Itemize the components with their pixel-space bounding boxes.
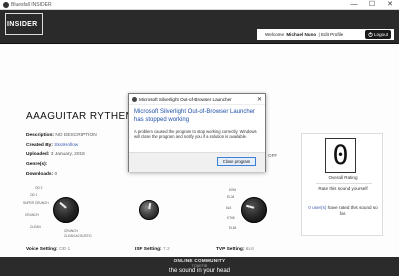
created-by-label: Created By: [26, 143, 53, 148]
description-row: Description: NO DESCRIPTION [26, 133, 97, 138]
voice-label-super-crunch: SUPER CRUNCH [23, 201, 49, 205]
tvp-setting-label: TVP Setting: [216, 247, 245, 252]
uploaded-label: Uploaded: [26, 152, 50, 157]
edit-profile-link[interactable]: Edit Profile [321, 32, 343, 37]
footer-community: ONLINE COMMUNITY [173, 258, 226, 263]
app-icon [3, 1, 9, 8]
uploaded-value: 3 January, 2016 [50, 152, 85, 157]
power-icon [368, 32, 373, 37]
isf-setting-value: 7.2 [163, 247, 170, 252]
footer-tagline: the sound in your head [168, 268, 231, 274]
users-count: 0 user(s) [308, 205, 327, 210]
voice-setting: Voice Setting: OD 1 [26, 247, 70, 252]
tvp-knob-pointer [246, 205, 255, 209]
voice-label-clean-acoustic: CLEAN ACOUSTIC [64, 234, 92, 238]
off-indicator: OFF [268, 153, 278, 158]
app-footer: ONLINE COMMUNITY TONEFIB the sound in yo… [0, 257, 399, 276]
dialog-close-icon[interactable]: ✕ [257, 96, 262, 103]
tvp-label-6766: 6766 [229, 188, 237, 192]
separator: | [318, 32, 320, 37]
window-titlebar: Bluesfall INSIDER — ☐ ✕ [0, 0, 399, 10]
maximize-button[interactable]: ☐ [363, 0, 381, 10]
close-window-button[interactable]: ✕ [381, 0, 399, 10]
downloads-value: 0 [54, 172, 58, 177]
downloads-row: Downloads: 0 [26, 172, 57, 177]
users-rated-rest: have rated this sound so far. [327, 205, 378, 216]
uploaded-row: Uploaded: 3 January, 2016 [26, 152, 85, 157]
logout-label: Logout [373, 32, 389, 37]
dialog-body: A problem caused the program to stop wor… [134, 129, 257, 140]
dialog-heading: Microsoft Silverlight Out-of-Browser Lau… [134, 109, 256, 123]
tvp-setting-value: 6L6 [245, 247, 254, 252]
tvp-setting: TVP Setting: 6L6 [216, 247, 254, 252]
description-value: NO DESCRIPTION [55, 133, 97, 138]
tvp-label-6l6: 6L6 [226, 206, 232, 210]
logout-button[interactable]: Logout [365, 30, 391, 39]
rating-panel: 0 Overall Rating Rate this sound yoursel… [301, 133, 383, 236]
tvp-label-el34: EL34 [227, 195, 235, 199]
silverlight-icon [132, 96, 137, 102]
voice-setting-value: OD 1 [58, 247, 71, 252]
window-controls: — ☐ ✕ [345, 0, 399, 10]
window-title: Bluesfall INSIDER [11, 1, 52, 8]
tvp-label-el84: EL84 [229, 226, 237, 230]
voice-setting-label: Voice Setting: [26, 247, 58, 252]
insider-logo: INSIDER [5, 13, 43, 35]
user-bar: Welcome Michael Nuno | Edit Profile Logo… [257, 29, 394, 40]
isf-knob-pointer [148, 202, 151, 210]
welcome-prefix: Welcome [265, 32, 285, 37]
dialog-footer: Close program [129, 152, 265, 172]
voice-knob[interactable] [53, 197, 79, 223]
dialog-title: Microsoft Silverlight Out-of-Browser Lau… [139, 96, 232, 102]
voice-label-od1: OD 1 [30, 193, 38, 197]
dialog-titlebar: Microsoft Silverlight Out-of-Browser Lau… [129, 94, 265, 105]
username: Michael Nuno [286, 32, 317, 37]
rate-sound-link[interactable]: Rate this sound yourself [302, 186, 384, 191]
isf-setting-label: ISF Setting: [135, 247, 162, 252]
voice-label-clean: CLEAN [30, 225, 41, 229]
tvp-label-kt66: KT66 [227, 216, 235, 220]
voice-label-crunch-right: CRUNCH [64, 229, 78, 233]
created-by-link[interactable]: SkotHollow [54, 143, 78, 148]
genre-row: Genre(s): [26, 162, 47, 167]
genre-label: Genre(s): [26, 162, 48, 167]
app-header: INSIDER Welcome Michael Nuno | Edit Prof… [0, 10, 399, 44]
error-dialog: Microsoft Silverlight Out-of-Browser Lau… [128, 93, 266, 172]
rating-digit: 0 [325, 138, 356, 173]
isf-knob[interactable] [139, 200, 159, 220]
isf-setting: ISF Setting: 7.2 [135, 247, 170, 252]
voice-label-od2: OD 2 [35, 186, 43, 190]
close-program-button[interactable]: Close program [217, 157, 256, 166]
tvp-knob[interactable] [241, 197, 267, 223]
voice-knob-pointer [59, 202, 67, 209]
created-by-row: Created By: SkotHollow [26, 143, 78, 148]
overall-rating-label: Overall Rating [328, 175, 358, 180]
users-rated-text: 0 user(s) have rated this sound so far. [306, 205, 380, 217]
rating-divider [316, 183, 372, 184]
downloads-label: Downloads: [26, 172, 54, 177]
minimize-button[interactable]: — [345, 0, 363, 10]
voice-label-crunch: CRUNCH [25, 213, 39, 217]
description-label: Description: [26, 133, 54, 138]
logo-text: INSIDER [7, 21, 38, 28]
preset-title: AAAGUITAR RYTHEM [26, 111, 135, 122]
